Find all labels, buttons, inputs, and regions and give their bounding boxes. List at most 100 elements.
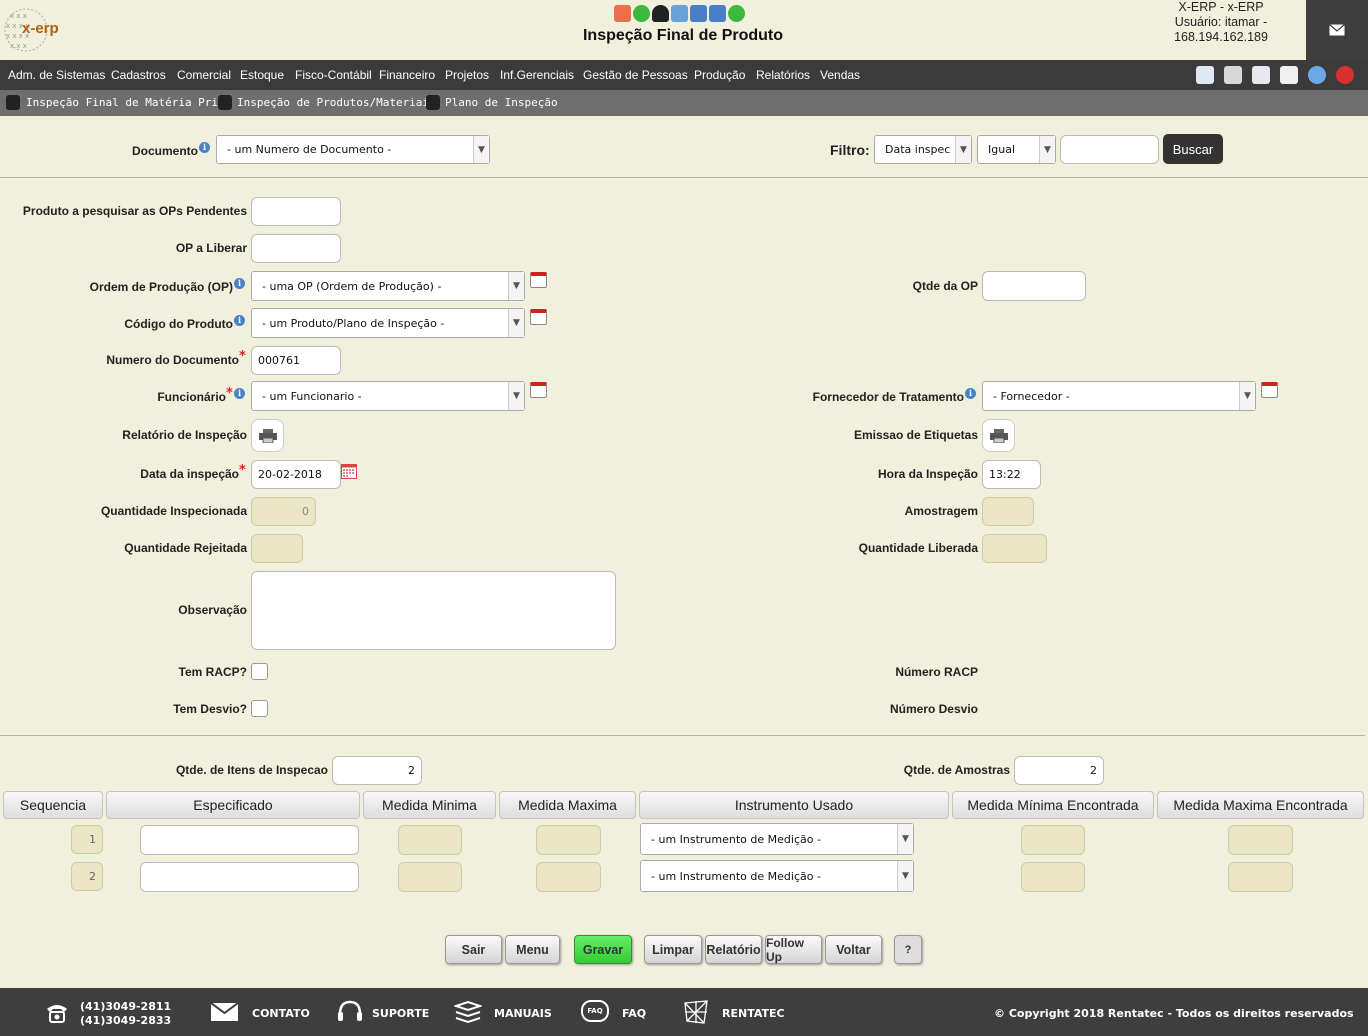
qtde-itens-input[interactable]: 2 bbox=[332, 756, 422, 785]
menu-relatorios[interactable]: Relatórios bbox=[756, 68, 810, 82]
buscar-button[interactable]: Buscar bbox=[1163, 134, 1223, 164]
col-medida-maxima: Medida Maxima bbox=[499, 791, 636, 819]
instrumento-select[interactable]: - um Instrumento de Medição - ▼ bbox=[640, 860, 914, 892]
data-insp-input[interactable]: 20-02-2018 bbox=[251, 460, 341, 489]
menu-projetos[interactable]: Projetos bbox=[445, 68, 489, 82]
calendar-icon[interactable] bbox=[530, 272, 547, 288]
filtro-op-select[interactable]: Igual ▼ bbox=[977, 135, 1056, 164]
add2-icon[interactable] bbox=[728, 4, 745, 22]
power-icon[interactable] bbox=[1336, 66, 1354, 84]
fornecedor-select[interactable]: - Fornecedor - ▼ bbox=[982, 381, 1256, 411]
user-icon[interactable] bbox=[652, 4, 669, 22]
numero-desvio-label: Número Desvio bbox=[889, 702, 978, 716]
filtro-value-input[interactable] bbox=[1060, 135, 1159, 164]
menu-comercial[interactable]: Comercial bbox=[177, 68, 231, 82]
menu-vendas[interactable]: Vendas bbox=[820, 68, 860, 82]
document-icon[interactable] bbox=[1252, 66, 1270, 84]
limpar-button[interactable]: Limpar bbox=[644, 935, 702, 964]
submenu-plano-inspecao[interactable]: Plano de Inspeção bbox=[445, 96, 558, 109]
menu-fisco-contabil[interactable]: Fisco-Contábil bbox=[295, 68, 372, 82]
menu-adm-sistemas[interactable]: Adm. de Sistemas bbox=[8, 68, 105, 82]
funcionario-select-value: - um Funcionario - bbox=[262, 389, 362, 403]
submenu-inspecao-produtos[interactable]: Inspeção de Produtos/Materiais bbox=[237, 96, 436, 109]
medida-min-enc-input[interactable] bbox=[1021, 825, 1085, 855]
qtde-amostras-input[interactable]: 2 bbox=[1014, 756, 1104, 785]
faq-icon-text: FAQ bbox=[587, 1007, 603, 1015]
medida-max-enc-input[interactable] bbox=[1228, 825, 1293, 855]
svg-text:x x x: x x x bbox=[10, 42, 27, 50]
especificado-input[interactable] bbox=[140, 862, 359, 892]
etiquetas-button[interactable] bbox=[982, 419, 1015, 452]
fornecedor-select-value: - Fornecedor - bbox=[993, 389, 1070, 403]
filtro-field-select[interactable]: Data inspeca ▼ bbox=[874, 135, 972, 164]
chevron-down-icon: ▼ bbox=[508, 309, 524, 337]
op-liberar-input[interactable] bbox=[251, 234, 341, 263]
voltar-button[interactable]: Voltar bbox=[825, 935, 882, 964]
medida-min-enc-input[interactable] bbox=[1021, 862, 1085, 892]
inspection-mp-icon bbox=[6, 95, 20, 110]
calendar-icon[interactable] bbox=[530, 309, 547, 325]
numero-doc-input[interactable]: 000761 bbox=[251, 346, 341, 375]
help-icon[interactable] bbox=[1308, 66, 1326, 84]
chevron-down-icon: ▼ bbox=[897, 824, 913, 854]
qtde-op-input[interactable] bbox=[982, 271, 1086, 301]
info-icon[interactable]: i bbox=[965, 388, 976, 399]
ordem-select[interactable]: - uma OP (Ordem de Produção) - ▼ bbox=[251, 271, 525, 301]
menu-producao[interactable]: Produção bbox=[694, 68, 745, 82]
date-picker-icon[interactable] bbox=[341, 464, 357, 479]
notes-icon[interactable] bbox=[1280, 66, 1298, 84]
calendar-icon[interactable] bbox=[530, 382, 547, 398]
info-icon[interactable]: i bbox=[234, 278, 245, 289]
home-icon[interactable] bbox=[1196, 66, 1214, 84]
documento-select[interactable]: - um Numero de Documento - ▼ bbox=[216, 135, 490, 164]
office-icon[interactable] bbox=[614, 4, 631, 22]
menu-inf-gerenciais[interactable]: Inf.Gerenciais bbox=[500, 68, 574, 82]
desvio-checkbox[interactable] bbox=[251, 700, 268, 717]
menu-gestao-pessoas[interactable]: Gestão de Pessoas bbox=[583, 68, 688, 82]
instrumento-select[interactable]: - um Instrumento de Medição - ▼ bbox=[640, 823, 914, 855]
menu-financeiro[interactable]: Financeiro bbox=[379, 68, 435, 82]
transfer2-icon[interactable] bbox=[709, 4, 726, 22]
followup-button[interactable]: Follow Up bbox=[765, 935, 822, 964]
add-icon[interactable] bbox=[633, 4, 650, 22]
qtde-itens-label: Qtde. de Itens de Inspecao bbox=[175, 763, 328, 777]
rentatec-link[interactable]: RENTATEC bbox=[722, 1007, 785, 1020]
help-button[interactable]: ? bbox=[894, 935, 922, 964]
relatorio-button[interactable]: Relatório bbox=[705, 935, 762, 964]
produto-pesq-input[interactable] bbox=[251, 197, 341, 226]
faq-link[interactable]: FAQ bbox=[622, 1007, 646, 1020]
menu-estoque[interactable]: Estoque bbox=[240, 68, 284, 82]
sub-menu: Inspeção Final de Matéria Prima Inspeção… bbox=[0, 90, 1368, 116]
funcionario-select[interactable]: - um Funcionario - ▼ bbox=[251, 381, 525, 411]
hora-insp-input[interactable]: 13:22 bbox=[982, 460, 1041, 489]
medida-max-cell bbox=[536, 862, 601, 892]
network-icon[interactable] bbox=[671, 4, 688, 22]
print-icon[interactable] bbox=[1224, 66, 1242, 84]
medida-max-enc-input[interactable] bbox=[1228, 862, 1293, 892]
especificado-input[interactable] bbox=[140, 825, 359, 855]
desvio-label: Tem Desvio? bbox=[173, 702, 247, 716]
transfer-icon[interactable] bbox=[690, 4, 707, 22]
info-icon[interactable]: i bbox=[234, 388, 245, 399]
manuais-link[interactable]: MANUAIS bbox=[494, 1007, 552, 1020]
suporte-link[interactable]: SUPORTE bbox=[372, 1007, 429, 1020]
submenu-inspecao-mp[interactable]: Inspeção Final de Matéria Prima bbox=[26, 96, 231, 109]
relatorio-insp-button[interactable] bbox=[251, 419, 284, 452]
amostragem-input bbox=[982, 497, 1034, 526]
faq-icon: FAQ bbox=[581, 1000, 609, 1022]
menu-cadastros[interactable]: Cadastros bbox=[111, 68, 166, 82]
calendar-icon[interactable] bbox=[1261, 382, 1278, 398]
observacao-textarea[interactable] bbox=[251, 571, 616, 650]
menu-button[interactable]: Menu bbox=[505, 935, 560, 964]
printer-icon bbox=[258, 428, 277, 443]
info-icon[interactable]: i bbox=[199, 142, 210, 153]
gravar-button[interactable]: Gravar bbox=[574, 935, 632, 964]
sair-button[interactable]: Sair bbox=[445, 935, 502, 964]
contato-link[interactable]: CONTATO bbox=[252, 1007, 310, 1020]
info-icon[interactable]: i bbox=[234, 315, 245, 326]
racp-checkbox[interactable] bbox=[251, 663, 268, 680]
codigo-select[interactable]: - um Produto/Plano de Inspeção - ▼ bbox=[251, 308, 525, 338]
mail-button[interactable] bbox=[1306, 0, 1368, 60]
codigo-label: Código do Produto bbox=[124, 317, 233, 331]
phone-2: (41)3049-2833 bbox=[80, 1014, 172, 1027]
